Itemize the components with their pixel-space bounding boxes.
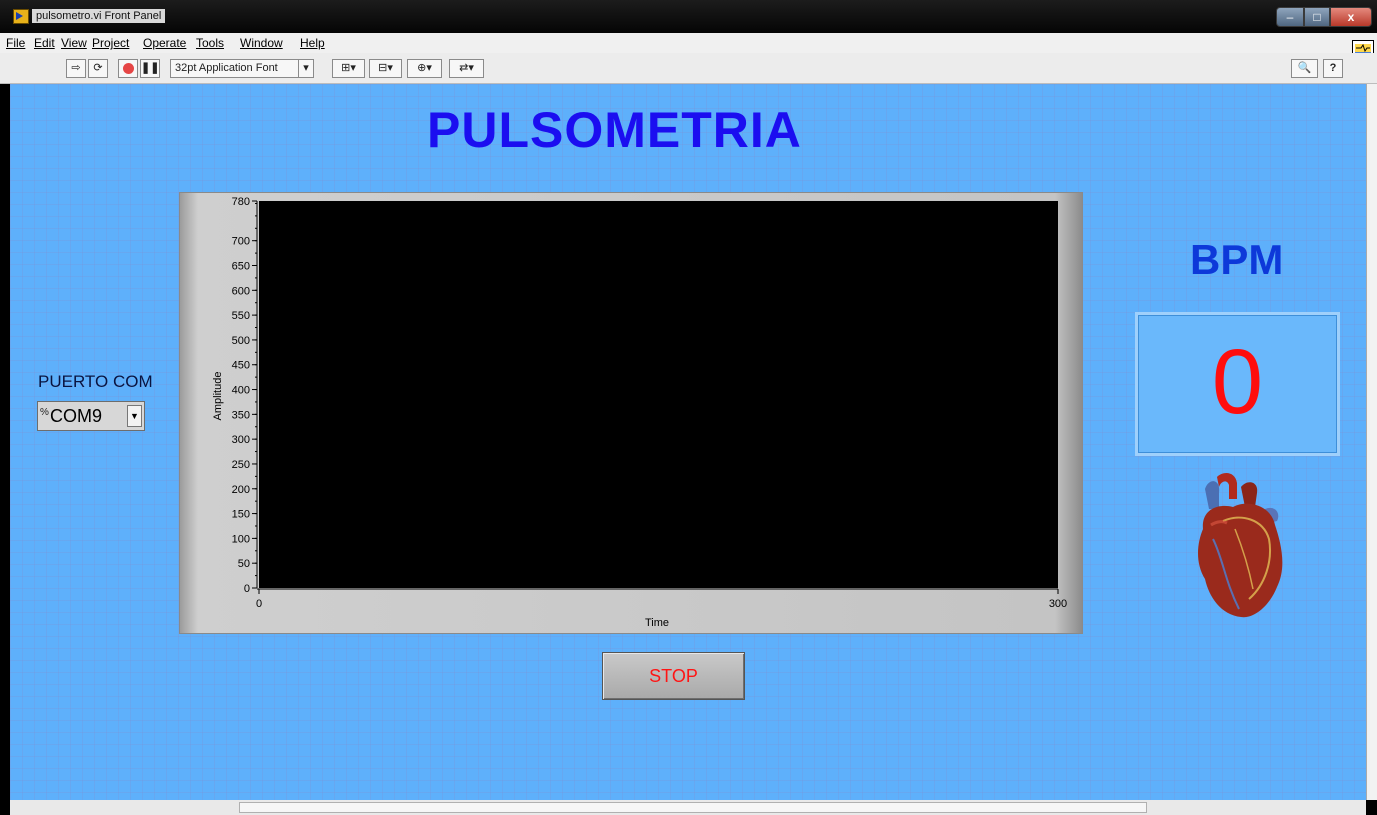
chevron-down-icon: ▾ [298,60,313,77]
menu-operate[interactable]: Operate [143,36,186,50]
y-tick-label: 780 [232,196,250,208]
menu-edit[interactable]: Edit [34,36,55,50]
abort-icon[interactable] [118,59,138,78]
page-title: PULSOMETRIA [427,102,802,158]
x-axis-ticks: 0 300 [256,589,1067,610]
x-tick-label: 0 [256,598,262,610]
waveform-chart[interactable]: 0 50 100 150 200 250 300 350 400 450 500 550 600 650 7… [179,192,1083,634]
maximize-button[interactable]: □ [1304,7,1330,27]
help-button[interactable]: ? [1323,59,1343,78]
reorder-icon[interactable]: ⇄▾ [449,59,484,78]
search-icon[interactable]: 🔍 [1291,59,1318,78]
bpm-value: 0 [1211,331,1264,433]
align-objects-icon[interactable]: ⊞▾ [332,59,365,78]
com-port-value: COM9 [50,406,103,426]
x-axis-label: Time [645,617,669,629]
window-title: pulsometro.vi Front Panel [32,9,166,23]
y-tick-label: 450 [232,360,250,372]
heart-image [1198,473,1283,618]
menu-bar: File Edit View Project Operate Tools Win… [0,33,1377,53]
y-tick-label: 500 [232,335,250,347]
menu-file[interactable]: File [6,36,25,50]
com-port-label: PUERTO COM [38,372,153,391]
com-port-select[interactable]: % COM9 ▼ [37,401,145,431]
chevron-down-icon[interactable]: ▼ [127,405,142,427]
menu-view[interactable]: View [61,36,87,50]
y-tick-label: 300 [232,434,250,446]
font-select[interactable]: 32pt Application Font ▾ [170,59,314,78]
chart-svg: 0 50 100 150 200 250 300 350 400 450 500 550 600 650 7… [212,196,1067,629]
y-tick-label: 250 [232,459,250,471]
plot-area [259,201,1058,588]
resize-objects-icon[interactable]: ⊕▾ [407,59,442,78]
pause-icon[interactable]: ❚❚ [140,59,160,78]
run-arrow-icon[interactable]: ⇨ [66,59,86,78]
bpm-indicator: 0 [1135,312,1340,456]
y-tick-label: 700 [232,236,250,248]
horizontal-scrollbar[interactable] [10,800,1366,815]
y-axis-ticks: 0 50 100 150 200 250 300 350 400 450 500 550 600 650 7… [232,196,257,595]
run-continuously-icon[interactable]: ⟳ [88,59,108,78]
title-bar: pulsometro.vi Front Panel – □ x [0,0,1377,33]
y-tick-label: 200 [232,484,250,496]
y-tick-label: 50 [238,558,250,570]
y-tick-label: 150 [232,509,250,521]
menu-window[interactable]: Window [240,36,283,50]
menu-project[interactable]: Project [92,36,129,50]
y-tick-label: 0 [244,583,250,595]
minimize-button[interactable]: – [1276,7,1304,27]
bpm-label: BPM [1190,236,1284,283]
close-button[interactable]: x [1330,7,1372,27]
toolbar: ⇨ ⟳ ❚❚ 32pt Application Font ▾ ⊞▾ ⊟▾ ⊕▾ … [0,53,1377,131]
y-tick-label: 650 [232,261,250,273]
y-tick-label: 600 [232,285,250,297]
scrollbar-thumb[interactable] [239,802,1147,813]
y-axis-label: Amplitude [212,372,224,421]
y-tick-label: 550 [232,310,250,322]
x-tick-label: 300 [1049,598,1067,610]
stop-button[interactable]: STOP [602,652,745,700]
distribute-objects-icon[interactable]: ⊟▾ [369,59,402,78]
visa-resource-icon: % [40,407,49,418]
labview-app-icon [13,9,29,24]
font-select-value: 32pt Application Font [175,62,278,74]
menu-help[interactable]: Help [300,36,325,50]
y-tick-label: 400 [232,385,250,397]
front-panel: PULSOMETRIA PUERTO COM % COM9 ▼ 0 50 100 15… [10,84,1366,800]
y-tick-label: 100 [232,533,250,545]
y-tick-label: 350 [232,409,250,421]
vertical-scrollbar[interactable] [1366,84,1377,800]
menu-tools[interactable]: Tools [196,36,224,50]
